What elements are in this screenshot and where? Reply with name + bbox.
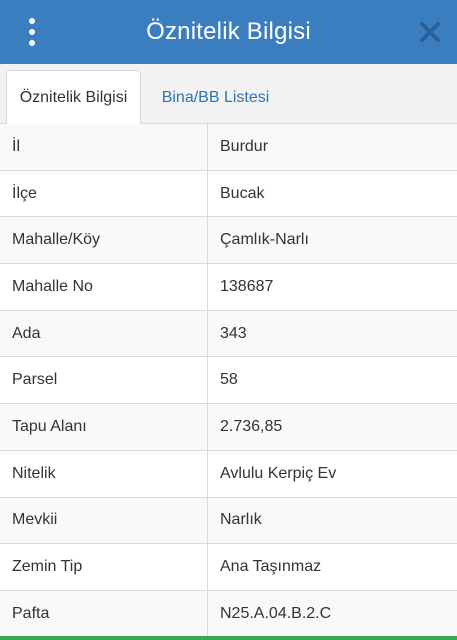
table-row: Mahalle/Köy Çamlık-Narlı xyxy=(0,217,457,265)
table-row: Mahalle No 138687 xyxy=(0,264,457,311)
menu-dot xyxy=(29,18,35,24)
page-title: Öznitelik Bilgisi xyxy=(146,18,311,45)
attribute-value: Ana Taşınmaz xyxy=(220,558,322,576)
attribute-key: İl xyxy=(0,124,208,170)
attribute-key: Nitelik xyxy=(0,450,208,497)
attribute-key: Mahalle No xyxy=(0,264,208,310)
tab-bar: Öznitelik Bilgisi Bina/BB Listesi xyxy=(0,64,457,125)
attribute-value: 2.736,85 xyxy=(220,417,283,435)
tab-attribute-info[interactable]: Öznitelik Bilgisi xyxy=(6,70,141,125)
table-row: Nitelik Avlulu Kerpiç Ev xyxy=(0,450,457,498)
table-row: Zemin Tip Ana Taşınmaz xyxy=(0,544,457,591)
menu-dot xyxy=(29,29,35,35)
app-header: Öznitelik Bilgisi xyxy=(0,0,457,64)
table-row: İlçe Bucak xyxy=(0,170,457,218)
attribute-key: İlçe xyxy=(0,170,208,217)
kebab-menu-icon[interactable] xyxy=(22,18,42,46)
attribute-key: Mahalle/Köy xyxy=(0,217,208,264)
menu-dot xyxy=(29,40,35,46)
attribute-value: 343 xyxy=(220,324,247,342)
tab-building-list[interactable]: Bina/BB Listesi xyxy=(148,70,283,125)
table-row: İl Burdur xyxy=(0,124,457,171)
attribute-table: İl Burdur İlçe Bucak Mahalle/Köy Çamlık-… xyxy=(0,124,457,638)
attribute-value: N25.A.04.B.2.C xyxy=(220,604,332,622)
attribute-key: Mevkii xyxy=(0,497,208,544)
table-row: Parsel 58 xyxy=(0,357,457,405)
attribute-value: Narlık xyxy=(220,511,262,529)
table-row: Mevkii Narlık xyxy=(0,497,457,545)
attribute-value: Burdur xyxy=(220,137,269,155)
attribute-key: Tapu Alanı xyxy=(0,404,208,450)
attribute-key: Ada xyxy=(0,310,208,357)
attribute-value: Avlulu Kerpiç Ev xyxy=(220,464,337,482)
table-row: Ada 343 xyxy=(0,310,457,358)
attribute-value: Bucak xyxy=(220,184,265,202)
attribute-key: Parsel xyxy=(0,357,208,404)
bottom-accent-bar xyxy=(0,636,457,640)
table-row: Tapu Alanı 2.736,85 xyxy=(0,404,457,451)
table-row: Pafta N25.A.04.B.2.C xyxy=(0,590,457,638)
attribute-value: Çamlık-Narlı xyxy=(220,231,309,249)
attribute-key: Zemin Tip xyxy=(0,544,208,590)
close-icon[interactable] xyxy=(417,19,443,45)
attribute-key: Pafta xyxy=(0,590,208,637)
attribute-value: 138687 xyxy=(220,277,274,295)
attribute-value: 58 xyxy=(220,371,238,389)
